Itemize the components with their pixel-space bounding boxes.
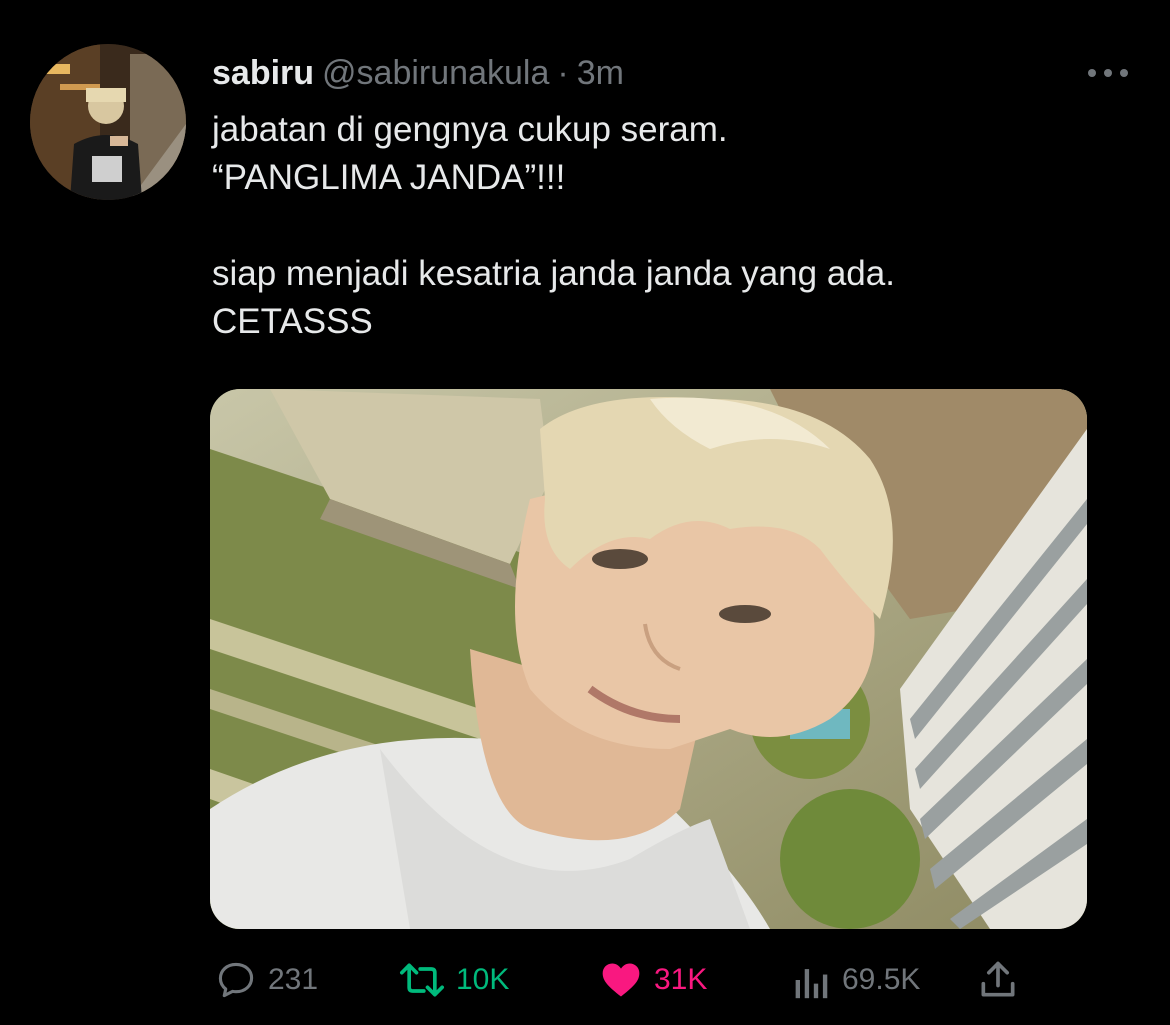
reply-icon: [218, 962, 254, 998]
timestamp[interactable]: 3m: [577, 54, 624, 92]
like-count: 31K: [654, 963, 708, 996]
views-icon: [795, 969, 828, 999]
tweet: sabiru @sabirunakula · 3m jabatan di gengny…: [0, 0, 1170, 1025]
reply-count: 231: [268, 963, 319, 996]
tweet-text-line: jabatan di gengnya cukup seram.: [212, 110, 728, 149]
tweet-header: sabiru @sabirunakula · 3m: [212, 50, 624, 96]
share-icon: [981, 961, 1015, 997]
tweet-actions: 231 10K 31K 69.5K: [0, 950, 1170, 1010]
views-button[interactable]: 69.5K: [792, 956, 920, 1004]
retweet-count: 10K: [456, 963, 510, 996]
avatar-photo: [30, 44, 186, 200]
heart-icon: [602, 963, 640, 997]
avatar[interactable]: [30, 44, 186, 200]
retweet-icon: [400, 963, 444, 997]
retweet-button[interactable]: 10K: [398, 956, 509, 1004]
tweet-text-line: siap menjadi kesatria janda janda yang a…: [212, 254, 895, 293]
selfie-photo: [210, 389, 1087, 929]
more-icon[interactable]: [1084, 60, 1132, 86]
share-button[interactable]: [976, 956, 1020, 1004]
tweet-text-line: “PANGLIMA JANDA”!!!: [212, 158, 566, 197]
user-handle[interactable]: @sabirunakula: [322, 54, 549, 92]
tweet-text-line: CETASSS: [212, 302, 373, 341]
like-button[interactable]: 31K: [598, 956, 707, 1004]
tweet-text: jabatan di gengnya cukup seram. “PANGLIM…: [212, 106, 1112, 346]
display-name[interactable]: sabiru: [212, 54, 314, 92]
separator-dot: ·: [557, 54, 569, 92]
view-count: 69.5K: [842, 963, 921, 996]
reply-button[interactable]: 231: [214, 956, 318, 1004]
tweet-text-blank-line: [212, 202, 1112, 250]
tweet-photo[interactable]: [210, 389, 1087, 929]
